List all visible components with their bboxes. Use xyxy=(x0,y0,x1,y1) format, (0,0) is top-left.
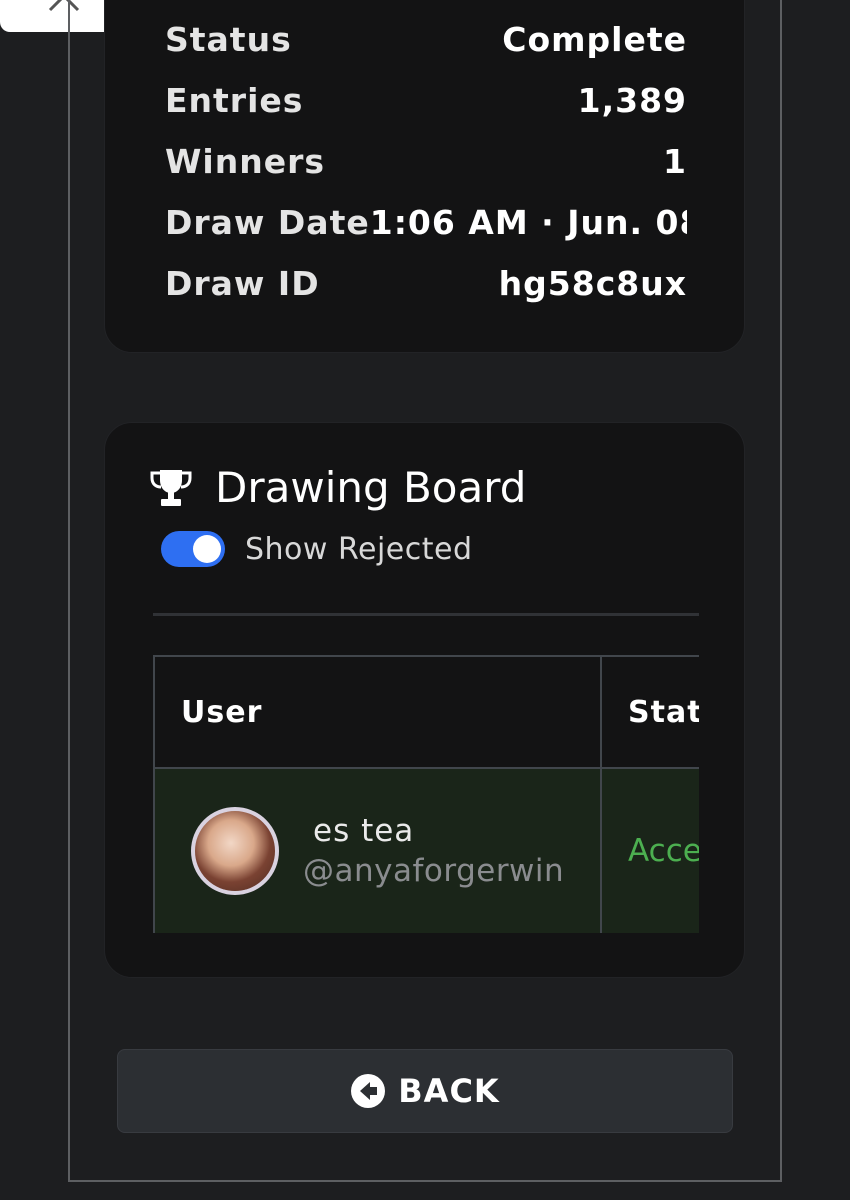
column-header-user: User xyxy=(153,655,602,769)
info-label: Draw ID xyxy=(165,264,320,303)
entries-table-scroll[interactable]: User Stat es tea @anyaforgerwin Acce xyxy=(153,655,699,933)
table-row[interactable]: es tea @anyaforgerwin Acce xyxy=(153,767,699,933)
back-button-label: BACK xyxy=(398,1072,500,1110)
draw-info-card: Status Complete Entries 1,389 Winners 1 … xyxy=(104,0,745,353)
info-label: Winners xyxy=(165,142,325,181)
info-row-draw-id: Draw ID hg58c8ux xyxy=(165,253,687,314)
drawing-board-card: Drawing Board Show Rejected User Stat es… xyxy=(104,422,745,978)
show-rejected-row: Show Rejected xyxy=(161,531,473,567)
info-label: Draw Date xyxy=(165,203,370,242)
divider xyxy=(153,613,699,616)
info-value: 1:06 AM · Jun. 08 xyxy=(369,203,687,242)
trophy-icon xyxy=(150,469,192,506)
avatar[interactable] xyxy=(191,807,279,895)
toggle-knob xyxy=(193,535,221,563)
info-label: Status xyxy=(165,20,292,59)
info-row-status: Status Complete xyxy=(165,9,687,70)
entries-table: User Stat es tea @anyaforgerwin Acce xyxy=(153,655,699,933)
drawing-board-header: Drawing Board xyxy=(149,463,526,512)
back-button[interactable]: BACK xyxy=(117,1049,733,1133)
info-label: Entries xyxy=(165,81,304,120)
info-value: Complete xyxy=(502,20,687,59)
user-handle[interactable]: @anyaforgerwin xyxy=(303,853,564,889)
table-header-row: User Stat xyxy=(153,655,699,769)
user-display-name: es tea xyxy=(313,813,415,849)
drawing-board-title: Drawing Board xyxy=(215,463,527,512)
info-row-draw-date: Draw Date 1:06 AM · Jun. 08 xyxy=(165,192,687,253)
show-rejected-label: Show Rejected xyxy=(245,531,473,567)
arrow-left-circle-icon xyxy=(351,1074,386,1108)
column-header-status: Stat xyxy=(600,655,699,769)
status-cell: Acce xyxy=(600,767,699,933)
show-rejected-toggle[interactable] xyxy=(161,531,225,567)
info-value: 1 xyxy=(663,142,687,181)
user-cell: es tea @anyaforgerwin xyxy=(153,767,602,933)
info-row-winners: Winners 1 xyxy=(165,131,687,192)
info-value: hg58c8ux xyxy=(498,264,687,303)
info-row-entries: Entries 1,389 xyxy=(165,70,687,131)
info-value: 1,389 xyxy=(577,81,687,120)
draw-info-list: Status Complete Entries 1,389 Winners 1 … xyxy=(165,9,687,314)
